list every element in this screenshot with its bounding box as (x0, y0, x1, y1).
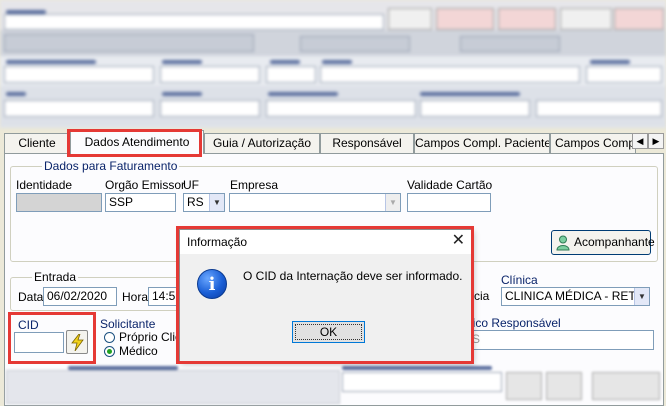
radio-medico-label: Médico (119, 344, 158, 358)
radio-medico[interactable] (104, 346, 115, 357)
clinica-select[interactable]: CLINICA MÉDICA - RETAC ▼ (501, 287, 650, 306)
dialog-title: Informação (187, 235, 248, 249)
tab-responsavel[interactable]: Responsável (320, 133, 414, 153)
person-icon (556, 235, 570, 251)
tab-guia-autorizacao[interactable]: Guia / Autorização (204, 133, 320, 153)
uf-value: RS (187, 195, 204, 209)
data-input[interactable]: 06/02/2020 (43, 287, 117, 306)
cid-input[interactable] (14, 332, 64, 353)
tab-scroll-left-icon[interactable]: ◀ (632, 133, 648, 149)
chevron-down-icon[interactable]: ▼ (385, 194, 400, 211)
lightning-icon (71, 334, 84, 351)
clinica-value: CLINICA MÉDICA - RETAC (505, 289, 650, 303)
tab-strip: Cliente Dados Atendimento Guia / Autoriz… (0, 128, 666, 154)
orgao-emissor-label: Orgão Emissor (105, 178, 186, 192)
tab-cliente[interactable]: Cliente (4, 133, 70, 153)
radio-proprio-cliente-label: Próprio Clien (119, 330, 189, 344)
chevron-down-icon[interactable]: ▼ (209, 194, 224, 211)
uf-label: UF (183, 178, 199, 192)
empresa-label: Empresa (230, 178, 279, 192)
close-icon[interactable]: ✕ (452, 231, 465, 251)
faturamento-group-title: Dados para Faturamento (42, 159, 180, 173)
tab-campos-compl-a[interactable]: Campos Compl. A (550, 133, 636, 153)
empresa-select[interactable]: ▼ (229, 193, 401, 212)
orgao-emissor-input[interactable]: SSP (105, 193, 176, 212)
chevron-down-icon[interactable]: ▼ (634, 288, 649, 305)
uf-select[interactable]: RS ▼ (183, 193, 225, 212)
blurred-bottom-area (6, 364, 662, 406)
tab-scroll-right-icon[interactable]: ▶ (648, 133, 664, 149)
tab-dados-atendimento[interactable]: Dados Atendimento (70, 130, 204, 154)
dialog-titlebar[interactable]: Informação ✕ (180, 230, 471, 254)
radio-proprio-cliente[interactable] (104, 332, 115, 343)
info-icon: i (197, 269, 227, 299)
dialog-message: O CID da Internação deve ser informado. (243, 269, 463, 283)
acompanhante-button[interactable]: Acompanhante (551, 230, 655, 255)
ok-button[interactable]: OK (292, 321, 365, 343)
data-label: Data (18, 290, 44, 304)
blurred-header-area (0, 0, 666, 128)
cid-lookup-button[interactable] (66, 330, 88, 354)
acompanhante-button-label: Acompanhante (574, 235, 655, 249)
tab-scroll-arrows: ◀ ▶ (632, 133, 664, 149)
hora-label: Hora (122, 290, 149, 304)
tab-campos-compl-pacientes[interactable]: Campos Compl. Pacientes (414, 133, 550, 153)
dialog-body: i O CID da Internação deve ser informado… (180, 254, 471, 363)
cid-label: CID (18, 318, 39, 332)
entrada-group-title: Entrada (32, 270, 79, 284)
partial-label: cia (474, 289, 490, 303)
validade-cartao-label: Validade Cartão (407, 178, 493, 192)
identidade-input[interactable] (16, 193, 102, 212)
identidade-label: Identidade (16, 178, 73, 192)
info-dialog: Informação ✕ i O CID da Internação deve … (179, 229, 472, 363)
clinica-label: Clínica (501, 273, 538, 287)
medico-responsavel-label: lico Responsável (470, 316, 561, 330)
validade-cartao-input[interactable] (407, 193, 491, 212)
solicitante-label: Solicitante (100, 317, 156, 331)
medico-responsavel-input[interactable]: S (468, 330, 654, 350)
